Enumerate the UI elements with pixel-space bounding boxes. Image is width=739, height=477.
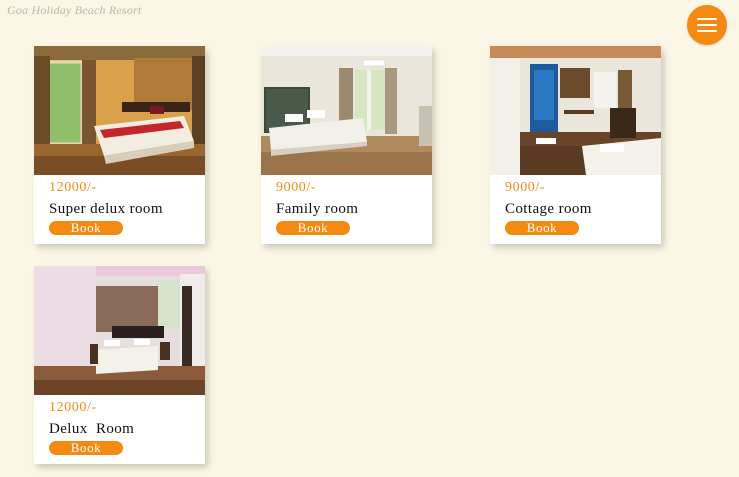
- book-button[interactable]: Book: [49, 441, 123, 455]
- room-photo[interactable]: [261, 46, 432, 175]
- book-button[interactable]: Book: [49, 221, 123, 235]
- hamburger-line: [697, 30, 717, 32]
- room-name: Delux Room: [49, 421, 135, 437]
- room-photo[interactable]: [34, 46, 205, 175]
- site-brand: Goa Holiday Beach Resort: [7, 3, 142, 17]
- book-button[interactable]: Book: [505, 221, 579, 235]
- room-price: 9000/-: [505, 180, 546, 195]
- room-name: Super delux room: [49, 201, 163, 217]
- room-card-cottage: 9000/- Cottage room Book: [490, 46, 661, 244]
- hamburger-menu-icon: [697, 18, 717, 20]
- room-card-super-delux: 12000/- Super delux room Book: [34, 46, 205, 244]
- menu-button[interactable]: [687, 5, 727, 45]
- room-card-family: 9000/- Family room Book: [261, 46, 432, 244]
- room-price: 9000/-: [276, 180, 317, 195]
- room-photo[interactable]: [490, 46, 661, 175]
- room-name: Family room: [276, 201, 359, 217]
- room-photo[interactable]: [34, 266, 205, 395]
- room-price: 12000/-: [49, 180, 97, 195]
- book-button[interactable]: Book: [276, 221, 350, 235]
- room-price: 12000/-: [49, 400, 97, 415]
- hamburger-line: [697, 24, 717, 26]
- room-card-delux: 12000/- Delux Room Book: [34, 266, 205, 464]
- room-name: Cottage room: [505, 201, 592, 217]
